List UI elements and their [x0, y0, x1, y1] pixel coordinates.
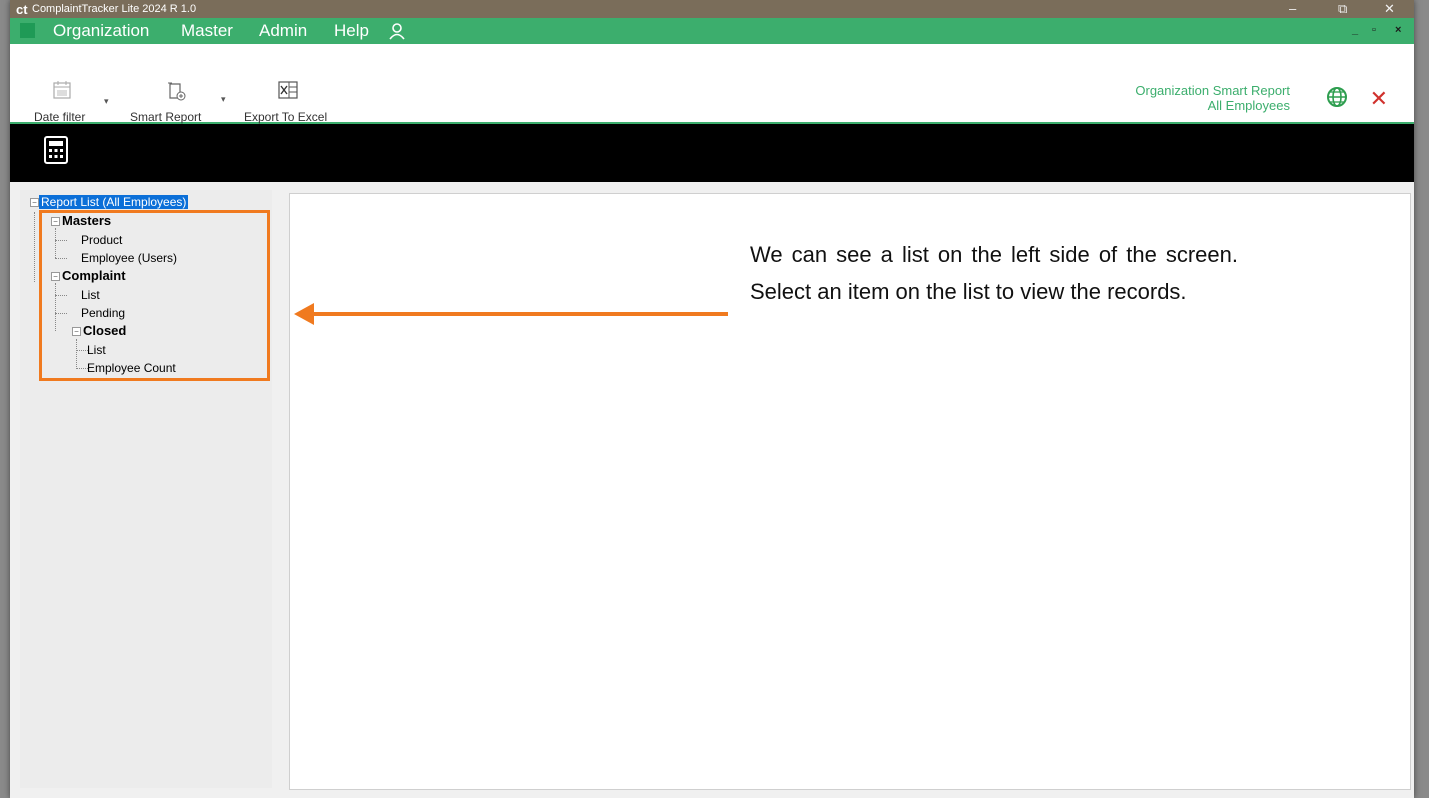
- menu-admin[interactable]: Admin: [259, 21, 307, 41]
- callout-arrow-head: [294, 303, 314, 325]
- date-filter-label: Date filter: [34, 110, 86, 124]
- tree-line: [34, 212, 35, 282]
- collapse-root-icon[interactable]: −: [30, 198, 39, 207]
- report-header-strip: [10, 124, 1414, 182]
- menu-help[interactable]: Help: [334, 21, 369, 41]
- mdi-minimize-button[interactable]: _: [1352, 24, 1358, 36]
- minimize-window-button[interactable]: –: [1289, 1, 1296, 16]
- close-window-button[interactable]: ✕: [1384, 1, 1395, 17]
- tree-highlight-box: [39, 210, 270, 381]
- smart-report-dropdown-arrow[interactable]: ▾: [221, 94, 226, 105]
- app-window: ct ComplaintTracker Lite 2024 R 1.0 – ⧉ …: [10, 0, 1414, 798]
- report-title-line1: Organization Smart Report: [1135, 83, 1290, 98]
- report-title-line2: All Employees: [1207, 98, 1290, 113]
- report-title: Organization Smart Report All Employees: [1135, 83, 1290, 113]
- tree-root-label: Report List (All Employees): [39, 195, 189, 209]
- app-logo: ct: [16, 2, 28, 17]
- tree-root-node[interactable]: Report List (All Employees): [39, 195, 189, 209]
- menu-bar: Organization Master Admin Help _ ▫ ×: [10, 18, 1414, 44]
- calendar-icon: [53, 81, 71, 99]
- globe-icon[interactable]: [1326, 86, 1348, 113]
- callout-text: We can see a list on the left side of th…: [750, 242, 1238, 304]
- calculator-icon[interactable]: [44, 136, 68, 169]
- user-icon[interactable]: [388, 22, 406, 45]
- menu-master[interactable]: Master: [181, 21, 233, 41]
- mdi-restore-button[interactable]: ▫: [1372, 24, 1376, 36]
- close-report-icon[interactable]: ✕: [1370, 86, 1388, 112]
- window-title: ComplaintTracker Lite 2024 R 1.0: [32, 3, 197, 15]
- smart-report-label: Smart Report: [130, 110, 202, 124]
- excel-icon: [278, 81, 298, 99]
- title-bar: ct ComplaintTracker Lite 2024 R 1.0 – ⧉ …: [10, 0, 1414, 18]
- date-filter-dropdown-arrow[interactable]: ▾: [104, 96, 109, 107]
- smart-report-icon: [168, 82, 186, 101]
- menu-organization[interactable]: Organization: [53, 21, 149, 41]
- export-to-excel-label: Export To Excel: [244, 110, 328, 124]
- app-menu-icon[interactable]: [20, 23, 35, 38]
- restore-window-button[interactable]: ⧉: [1338, 1, 1347, 17]
- mdi-close-button[interactable]: ×: [1395, 24, 1401, 36]
- callout-arrow: [310, 312, 728, 316]
